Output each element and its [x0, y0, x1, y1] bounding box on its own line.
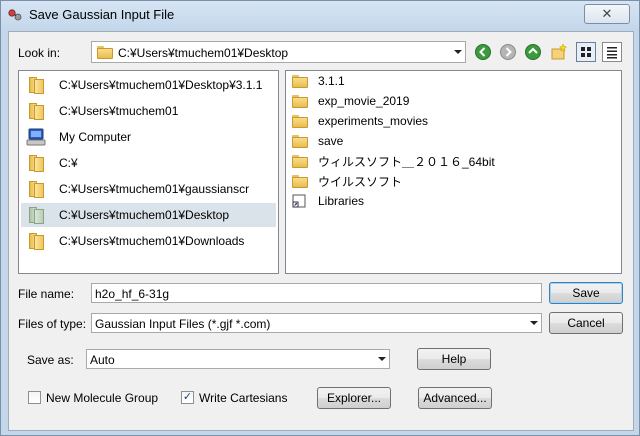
list-item-label: 3.1.1: [318, 74, 345, 88]
look-in-value: C:¥Users¥tmuchem01¥Desktop: [118, 46, 289, 60]
cancel-button[interactable]: Cancel: [549, 312, 623, 334]
sidebar-item-label: C:¥Users¥tmuchem01: [59, 104, 179, 118]
list-item-label: ウィルスソフト＿２０１６_64bit: [318, 154, 495, 169]
new-molecule-group-checkbox[interactable]: [28, 391, 41, 404]
up-folder-icon[interactable]: [524, 43, 542, 61]
sidebar-item-label: C:¥Users¥tmuchem01¥Downloads: [59, 234, 245, 248]
list-item[interactable]: save: [288, 131, 343, 151]
computer-icon: [26, 128, 46, 146]
close-button[interactable]: ✕: [584, 4, 630, 24]
save-button[interactable]: Save: [549, 282, 623, 304]
save-as-label: Save as:: [27, 353, 74, 367]
sidebar-item[interactable]: C:¥Users¥tmuchem01¥Desktop¥3.1.1: [21, 73, 276, 97]
list-item-label: exp_movie_2019: [318, 94, 410, 108]
list-item[interactable]: experiments_movies: [288, 111, 428, 131]
sidebar-item-selected[interactable]: C:¥Users¥tmuchem01¥Desktop: [21, 203, 276, 227]
advanced-button[interactable]: Advanced...: [418, 387, 492, 409]
list-item[interactable]: Libraries: [288, 191, 364, 211]
list-item[interactable]: 3.1.1: [288, 71, 345, 91]
sidebar-item-label: C:¥Users¥tmuchem01¥Desktop¥3.1.1: [59, 78, 263, 92]
sidebar-item[interactable]: My Computer: [21, 125, 276, 149]
list-item-label: save: [318, 134, 344, 148]
shortcut-icon: [292, 194, 306, 208]
dialog-client-area: Look in: C:¥Users¥tmuchem01¥Desktop C:¥U…: [8, 31, 634, 431]
file-type-value: Gaussian Input Files (*.gjf *.com): [95, 317, 271, 331]
sidebar-item[interactable]: C:¥: [21, 151, 276, 175]
folder-icon: [27, 232, 45, 250]
gaussview-app-icon: [8, 9, 22, 21]
folder-icon: [27, 180, 45, 198]
list-item[interactable]: ウィルスソフト＿２０１６_64bit: [288, 151, 495, 171]
new-folder-icon[interactable]: [550, 43, 568, 61]
file-name-input[interactable]: h2o_hf_6-31g: [91, 283, 542, 303]
file-type-combo[interactable]: Gaussian Input Files (*.gjf *.com): [91, 313, 542, 333]
sidebar-item[interactable]: C:¥Users¥tmuchem01¥Downloads: [21, 229, 276, 253]
chevron-down-icon: [454, 50, 462, 54]
folder-icon: [292, 74, 308, 88]
list-item-label: ウイルスソフト: [318, 174, 403, 189]
look-in-combo[interactable]: C:¥Users¥tmuchem01¥Desktop: [91, 41, 466, 63]
look-in-label: Look in:: [18, 46, 61, 60]
sidebar-item-label: C:¥Users¥tmuchem01¥gaussianscr: [59, 182, 250, 196]
file-type-label: Files of type:: [18, 317, 87, 331]
chevron-down-icon: [530, 321, 538, 325]
dialog-window: Save Gaussian Input File ✕ Look in: C:¥U…: [0, 0, 640, 436]
chevron-down-icon: [378, 357, 386, 361]
list-item[interactable]: exp_movie_2019: [288, 91, 409, 111]
folder-icon: [27, 206, 45, 224]
title-bar: Save Gaussian Input File ✕: [1, 1, 639, 29]
list-item[interactable]: ウイルスソフト: [288, 171, 402, 191]
sidebar-item-label: C:¥Users¥tmuchem01¥Desktop: [59, 208, 230, 222]
sidebar-item-label: My Computer: [59, 130, 132, 144]
folder-icon: [292, 174, 308, 188]
close-icon: ✕: [601, 6, 613, 21]
sidebar-item-label: C:¥: [59, 156, 78, 170]
folder-icon: [292, 154, 308, 168]
save-as-value: Auto: [90, 353, 115, 367]
sidebar-item[interactable]: C:¥Users¥tmuchem01: [21, 99, 276, 123]
help-button[interactable]: Help: [417, 348, 491, 370]
new-molecule-group-label: New Molecule Group: [46, 391, 159, 405]
list-item-label: Libraries: [318, 194, 365, 208]
explorer-button[interactable]: Explorer...: [317, 387, 391, 409]
back-icon[interactable]: [474, 43, 492, 61]
file-name-value: h2o_hf_6-31g: [95, 287, 170, 301]
shortcut-list-pane[interactable]: C:¥Users¥tmuchem01¥Desktop¥3.1.1 C:¥User…: [18, 70, 279, 274]
folder-icon: [292, 134, 308, 148]
folder-icon: [97, 46, 113, 59]
window-title: Save Gaussian Input File: [29, 7, 175, 22]
list-view-icon[interactable]: [576, 42, 596, 62]
folder-icon: [27, 154, 45, 172]
write-cartesians-checkbox[interactable]: ✓: [181, 391, 194, 404]
list-item-label: experiments_movies: [318, 114, 429, 128]
folder-icon: [27, 76, 45, 94]
forward-icon[interactable]: [499, 43, 517, 61]
folder-icon: [27, 102, 45, 120]
save-as-combo[interactable]: Auto: [86, 349, 390, 369]
checkmark-icon: ✓: [182, 391, 193, 403]
folder-icon: [292, 94, 308, 108]
file-name-label: File name:: [18, 287, 75, 301]
file-list-pane[interactable]: 3.1.1 exp_movie_2019 experiments_movies …: [285, 70, 622, 274]
write-cartesians-label: Write Cartesians: [199, 391, 288, 405]
detail-view-icon[interactable]: [602, 42, 622, 62]
sidebar-item[interactable]: C:¥Users¥tmuchem01¥gaussianscr: [21, 177, 276, 201]
folder-icon: [292, 114, 308, 128]
